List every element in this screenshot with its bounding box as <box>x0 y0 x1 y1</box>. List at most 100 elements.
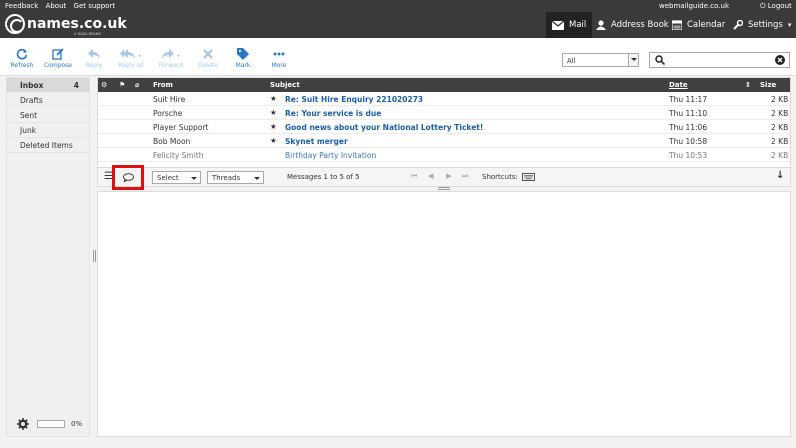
quota-display: 0% <box>17 418 82 430</box>
quota-percent: 0% <box>71 420 83 428</box>
delete-label: Delete <box>198 62 218 69</box>
power-icon: ⏻ <box>760 2 766 10</box>
star-icon[interactable]: ★ <box>270 108 277 117</box>
row-from: Bob Moon <box>153 137 191 146</box>
forward-button[interactable]: Forward <box>151 46 191 69</box>
nav-settings[interactable]: Settings ▾ <box>727 12 796 38</box>
logout-button[interactable]: ⏻ Logout <box>760 2 792 11</box>
nav-calendar[interactable]: Calendar <box>666 12 731 38</box>
nav-settings-label: Settings <box>748 20 783 30</box>
download-arrow-icon[interactable]: ↓ <box>776 170 784 181</box>
clear-search-icon[interactable] <box>775 55 785 65</box>
top-links: Feedback About Get support <box>5 2 120 10</box>
gear-icon[interactable] <box>17 418 29 430</box>
column-from[interactable]: From <box>153 81 173 89</box>
tag-icon <box>237 48 249 60</box>
list-options-gear-icon[interactable]: ⚙ <box>101 81 107 89</box>
compose-icon <box>52 48 64 60</box>
folder-deleted-items[interactable]: Deleted Items <box>7 138 89 153</box>
row-subject: Birthday Party Invitation <box>285 151 377 160</box>
person-icon <box>596 20 606 30</box>
attachment-column-icon[interactable]: ⌀ <box>135 81 139 89</box>
row-date: Thu 11:06 <box>669 123 708 132</box>
top-bar: Feedback About Get support names.co.uk A… <box>0 0 796 38</box>
threads-label: Threads <box>212 174 241 182</box>
row-from: Porsche <box>153 109 183 118</box>
search-icon <box>655 55 665 65</box>
nav-mail-label: Mail <box>569 20 587 30</box>
row-size: 2 KB <box>771 123 789 132</box>
brand-name: names.co.uk <box>27 16 127 32</box>
reply-button[interactable]: Reply <box>74 46 114 69</box>
sort-icon: ⇕ <box>745 81 751 89</box>
reply-all-label: Reply all <box>118 62 144 69</box>
mark-button[interactable]: Mark <box>223 46 263 69</box>
table-row[interactable]: Suit Hire ★ Re: Suit Hire Enquiry 221020… <box>98 92 790 106</box>
forward-icon <box>162 48 180 59</box>
compose-button[interactable]: Compose <box>38 46 78 69</box>
forward-label: Forward <box>158 62 184 69</box>
refresh-icon <box>16 48 28 60</box>
row-date: Thu 10:53 <box>669 151 708 160</box>
delete-button[interactable]: Delete <box>188 46 228 69</box>
column-date[interactable]: Date <box>669 81 688 89</box>
first-page-icon[interactable]: ⏮ <box>411 172 417 181</box>
brand-logo-icon <box>5 14 25 34</box>
filter-value: All <box>567 57 576 65</box>
select-dropdown[interactable]: Select <box>152 171 201 184</box>
folder-sent[interactable]: Sent <box>7 108 89 123</box>
table-row[interactable]: Felicity Smith Birthday Party Invitation… <box>98 148 790 162</box>
reply-icon <box>87 48 100 59</box>
threads-dropdown[interactable]: Threads <box>207 171 264 184</box>
table-row[interactable]: Bob Moon ★ Skynet merger Thu 10:58 2 KB <box>98 134 790 148</box>
quota-bar <box>37 420 65 428</box>
sidebar-resize-handle[interactable] <box>93 250 96 262</box>
highlight-box <box>112 165 144 190</box>
get-support-link[interactable]: Get support <box>74 2 116 10</box>
reply-all-button[interactable]: Reply all <box>111 46 151 69</box>
folder-label: Drafts <box>20 96 43 105</box>
prev-page-icon[interactable]: ◀ <box>428 172 433 180</box>
delete-icon <box>203 49 213 59</box>
star-icon[interactable]: ★ <box>270 122 277 131</box>
mark-label: Mark <box>235 62 251 69</box>
nav-address-book[interactable]: Address Book <box>590 12 675 38</box>
search-box[interactable] <box>649 52 790 68</box>
feedback-link[interactable]: Feedback <box>5 2 38 10</box>
row-from: Felicity Smith <box>153 151 204 160</box>
row-date: Thu 11:17 <box>669 95 708 104</box>
user-account: webmailguide.co.uk <box>659 2 729 10</box>
row-subject: Skynet merger <box>285 137 348 146</box>
brand-logo[interactable]: names.co.uk <box>5 14 127 34</box>
star-icon[interactable]: ★ <box>270 94 277 103</box>
nav-mail[interactable]: Mail <box>546 12 593 38</box>
refresh-button[interactable]: Refresh <box>2 46 42 69</box>
last-page-icon[interactable]: ⏭ <box>462 172 468 181</box>
message-list-footer: ☰ Select Threads Messages 1 to 5 of 5 ⏮ … <box>97 167 791 187</box>
about-link[interactable]: About <box>46 2 67 10</box>
folder-junk[interactable]: Junk <box>7 123 89 138</box>
table-row[interactable]: Player Support ★ Good news about your Na… <box>98 120 790 134</box>
row-subject: Re: Suit Hire Enquiry 221020273 <box>285 95 424 104</box>
column-size[interactable]: Size <box>760 81 776 89</box>
folder-inbox[interactable]: Inbox 4 <box>7 78 89 93</box>
keyboard-icon[interactable] <box>522 173 535 181</box>
nav-calendar-label: Calendar <box>687 20 726 30</box>
preview-resize-handle[interactable] <box>438 187 450 190</box>
column-subject[interactable]: Subject <box>270 81 300 89</box>
row-size: 2 KB <box>771 137 789 146</box>
next-page-icon[interactable]: ▶ <box>446 172 451 180</box>
row-subject: Good news about your National Lottery Ti… <box>285 123 484 132</box>
flag-column-icon[interactable]: ⚑ <box>119 81 125 89</box>
more-icon <box>273 52 285 56</box>
folder-label: Deleted Items <box>20 141 73 150</box>
settings-chevron-icon: ▾ <box>787 21 792 29</box>
star-icon[interactable]: ★ <box>270 136 277 145</box>
more-button[interactable]: More <box>259 46 299 69</box>
message-filter-select[interactable]: All <box>562 53 639 67</box>
envelope-icon <box>552 20 564 30</box>
message-count: Messages 1 to 5 of 5 <box>287 173 360 181</box>
folder-drafts[interactable]: Drafts <box>7 93 89 108</box>
table-row[interactable]: Porsche ★ Re: Your service is due Thu 11… <box>98 106 790 120</box>
folder-label: Sent <box>20 111 38 120</box>
